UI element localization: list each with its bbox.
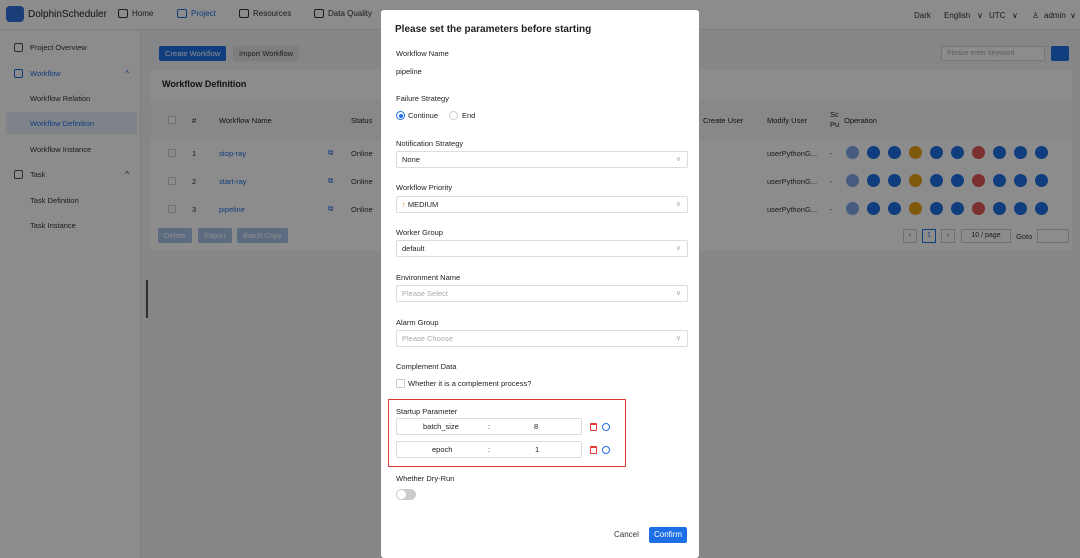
chevron-down-icon: ∨ [675,245,681,252]
arrow-up-icon: ↑ [402,200,406,209]
notification-strategy-select[interactable]: None ∨ [396,151,688,168]
alarm-group-select[interactable]: Please Choose ∨ [396,330,688,347]
chevron-down-icon: ∨ [675,156,681,163]
workflow-name-label: Workflow Name [396,49,449,58]
dry-run-label: Whether Dry-Run [396,474,455,483]
cancel-button[interactable]: Cancel [610,527,643,543]
worker-group-select[interactable]: default ∨ [396,240,688,257]
dialog-title: Please set the parameters before startin… [395,24,592,35]
chevron-down-icon: ∨ [675,290,681,297]
chevron-down-icon: ∨ [675,201,681,208]
failure-continue-radio[interactable] [396,111,405,120]
worker-group-label: Worker Group [396,228,443,237]
workflow-priority-value: MEDIUM [407,200,439,209]
worker-group-value: default [402,244,425,253]
failure-end-radio[interactable] [449,111,458,120]
complement-data-label: Complement Data [396,362,457,371]
environment-name-select[interactable]: Please Select ∨ [396,285,688,302]
failure-continue-label: Continue [408,111,439,120]
environment-name-label: Environment Name [396,273,461,282]
failure-end-label: End [462,111,476,120]
notification-strategy-value: None [402,155,420,164]
complement-checkbox[interactable] [396,379,405,388]
start-parameters-dialog: Please set the parameters before startin… [381,10,699,558]
workflow-name-value: pipeline [396,67,422,76]
complement-checkbox-label: Whether it is a complement process? [408,379,532,388]
notification-strategy-label: Notification Strategy [396,139,464,148]
workflow-priority-label: Workflow Priority [396,183,453,192]
alarm-group-label: Alarm Group [396,318,439,327]
failure-strategy-label: Failure Strategy [396,94,449,103]
alarm-group-placeholder: Please Choose [402,334,453,343]
startup-parameter-highlight [388,399,626,467]
confirm-button[interactable]: Confirm [649,527,688,543]
workflow-priority-select[interactable]: ↑ MEDIUM ∨ [396,196,688,213]
chevron-down-icon: ∨ [675,335,681,342]
environment-name-placeholder: Please Select [402,289,448,298]
dry-run-toggle[interactable] [396,489,416,500]
